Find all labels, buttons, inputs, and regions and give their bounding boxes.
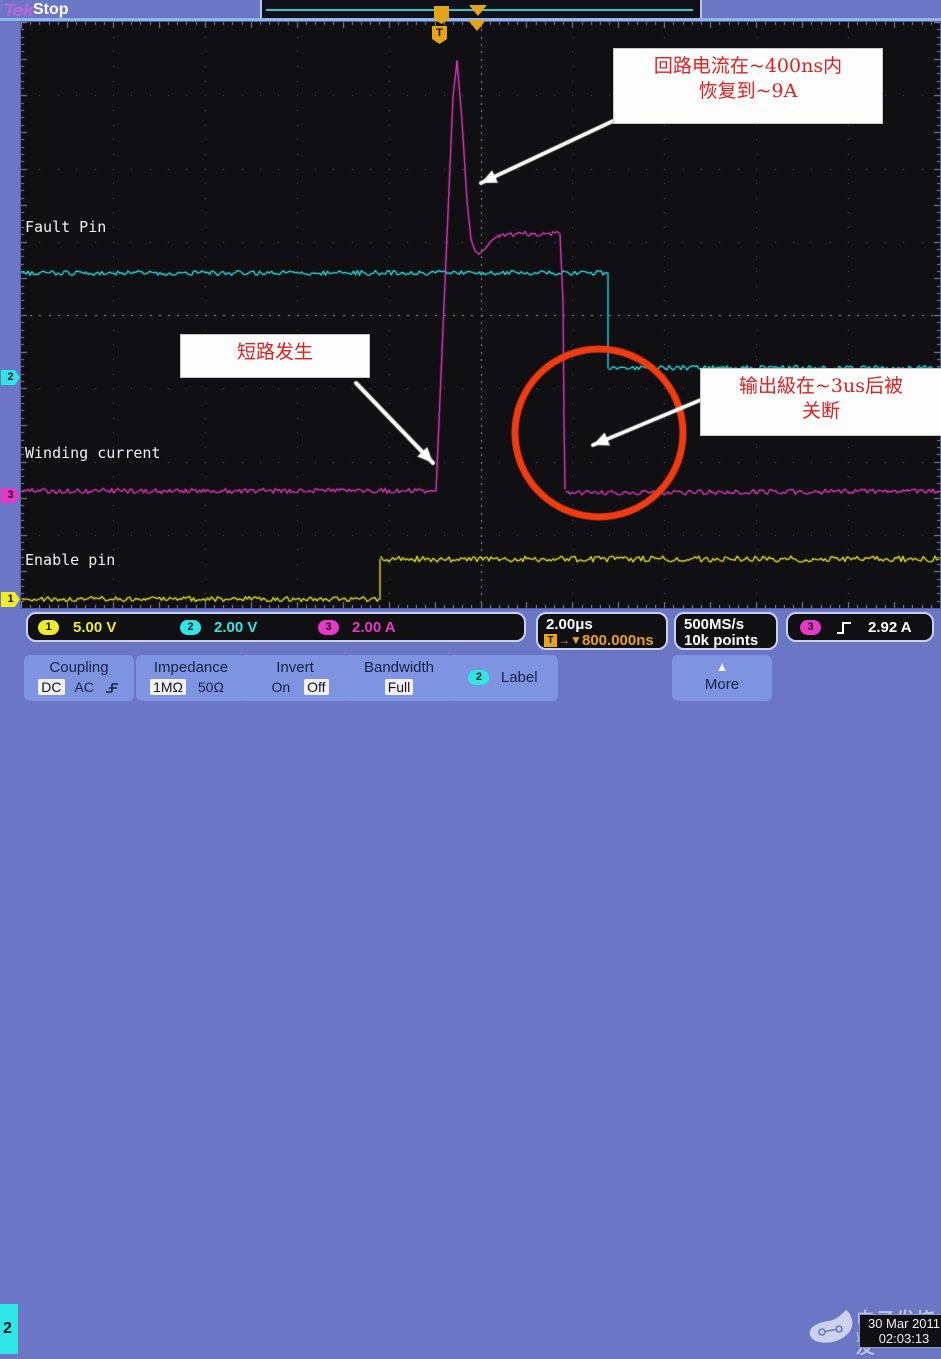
channel-menu-tab-label: 2: [3, 1320, 12, 1338]
impedance-title: Impedance: [136, 655, 246, 676]
trigger-source-chip: 3: [800, 620, 821, 635]
channel-scale-3: 2.00 A: [352, 619, 396, 636]
invert-option-off[interactable]: Off: [304, 679, 328, 695]
invert-key[interactable]: Invert On Off: [240, 655, 350, 701]
annotation-output-shutdown: 输出級在~3us后被 关断: [700, 368, 941, 436]
expansion-point-arrow-icon: [469, 5, 487, 16]
annotation-line: 短路发生: [189, 340, 361, 365]
waveform-label-enable-pin: Enable pin: [25, 551, 115, 569]
coupling-title: Coupling: [24, 655, 134, 676]
delay-arrow-icon: →▼: [558, 633, 582, 647]
coupling-key[interactable]: Coupling DC AC: [24, 655, 134, 701]
record-length: 10k points: [684, 632, 758, 649]
bandwidth-options[interactable]: Full: [344, 676, 454, 695]
annotation-line: 恢复到~9A: [622, 79, 874, 104]
label-key[interactable]: 2 Label: [448, 655, 558, 701]
annotation-current-recovery: 回路电流在~400ns内 恢复到~9A: [613, 48, 883, 124]
time-value: 02:03:13: [864, 1331, 941, 1346]
impedance-key[interactable]: Impedance 1MΩ 50Ω: [136, 655, 246, 701]
readout-strip: 1 5.00 V 2 2.00 V 3 2.00 A 2.00μs T →▼ 8…: [0, 611, 941, 651]
trigger-level-arrow-icon[interactable]: [468, 20, 486, 31]
impedance-options[interactable]: 1MΩ 50Ω: [136, 676, 246, 695]
impedance-option-1m[interactable]: 1MΩ: [150, 679, 186, 695]
bandwidth-title: Bandwidth: [344, 655, 454, 676]
datetime-readout: 30 Mar 2011 02:03:13: [859, 1314, 941, 1348]
label-key-chip: 2: [468, 670, 489, 685]
rising-edge-icon: [836, 620, 852, 636]
annotation-line: 回路电流在~400ns内: [622, 54, 874, 79]
annotation-line: 关断: [709, 399, 933, 424]
channel-scale-1: 5.00 V: [73, 619, 116, 636]
timebase-readout[interactable]: 2.00μs T →▼ 800.000ns: [536, 612, 668, 650]
more-key[interactable]: ▲ More: [672, 655, 772, 701]
coupling-options[interactable]: DC AC: [24, 676, 134, 695]
coupling-option-dc[interactable]: DC: [38, 679, 64, 695]
acquisition-readout[interactable]: 500MS/s 10k points: [674, 612, 778, 650]
trigger-level: 2.92 A: [868, 619, 912, 636]
date-value: 30 Mar 2011: [864, 1316, 941, 1331]
more-label: More: [672, 674, 772, 693]
invert-title: Invert: [240, 655, 350, 676]
left-rail: [0, 21, 20, 609]
oscilloscope-screenshot: Tek Stop T Fault Pin Winding current Ena…: [0, 0, 941, 702]
waveform-label-winding-current: Winding current: [25, 444, 160, 462]
trigger-delay-value: 800.000ns: [582, 632, 654, 649]
trigger-readout[interactable]: 3 2.92 A: [786, 612, 934, 642]
annotation-line: 输出級在~3us后被: [709, 374, 933, 399]
invert-option-on[interactable]: On: [262, 679, 301, 695]
bandwidth-option-full[interactable]: Full: [385, 679, 414, 695]
vertical-settings-readout[interactable]: 1 5.00 V 2 2.00 V 3 2.00 A: [26, 612, 526, 642]
watermark-logo-icon: [806, 1308, 862, 1352]
channel-chip-3: 3: [318, 620, 339, 635]
timebase-scale: 2.00μs: [546, 616, 593, 633]
bandwidth-key[interactable]: Bandwidth Full: [344, 655, 454, 701]
trigger-delay-icon: T: [544, 634, 557, 647]
ground-coupling-icon[interactable]: [104, 679, 120, 695]
channel-chip-2: 2: [180, 620, 201, 635]
waveform-label-fault-pin: Fault Pin: [25, 218, 106, 236]
acquisition-status: Stop: [33, 1, 69, 19]
more-arrow-icon: ▲: [672, 655, 772, 674]
impedance-option-50[interactable]: 50Ω: [190, 679, 232, 695]
channel-scale-2: 2.00 V: [214, 619, 257, 636]
annotation-short-circuit: 短路发生: [180, 334, 370, 378]
sample-rate: 500MS/s: [684, 616, 744, 633]
softkey-menu-bar: 2 Coupling DC AC Impedance 1MΩ 50Ω Inver…: [0, 652, 941, 702]
coupling-option-ac[interactable]: AC: [68, 679, 99, 695]
channel-chip-1: 1: [38, 620, 59, 635]
label-key-text: Label: [494, 669, 538, 686]
invert-options[interactable]: On Off: [240, 676, 350, 695]
